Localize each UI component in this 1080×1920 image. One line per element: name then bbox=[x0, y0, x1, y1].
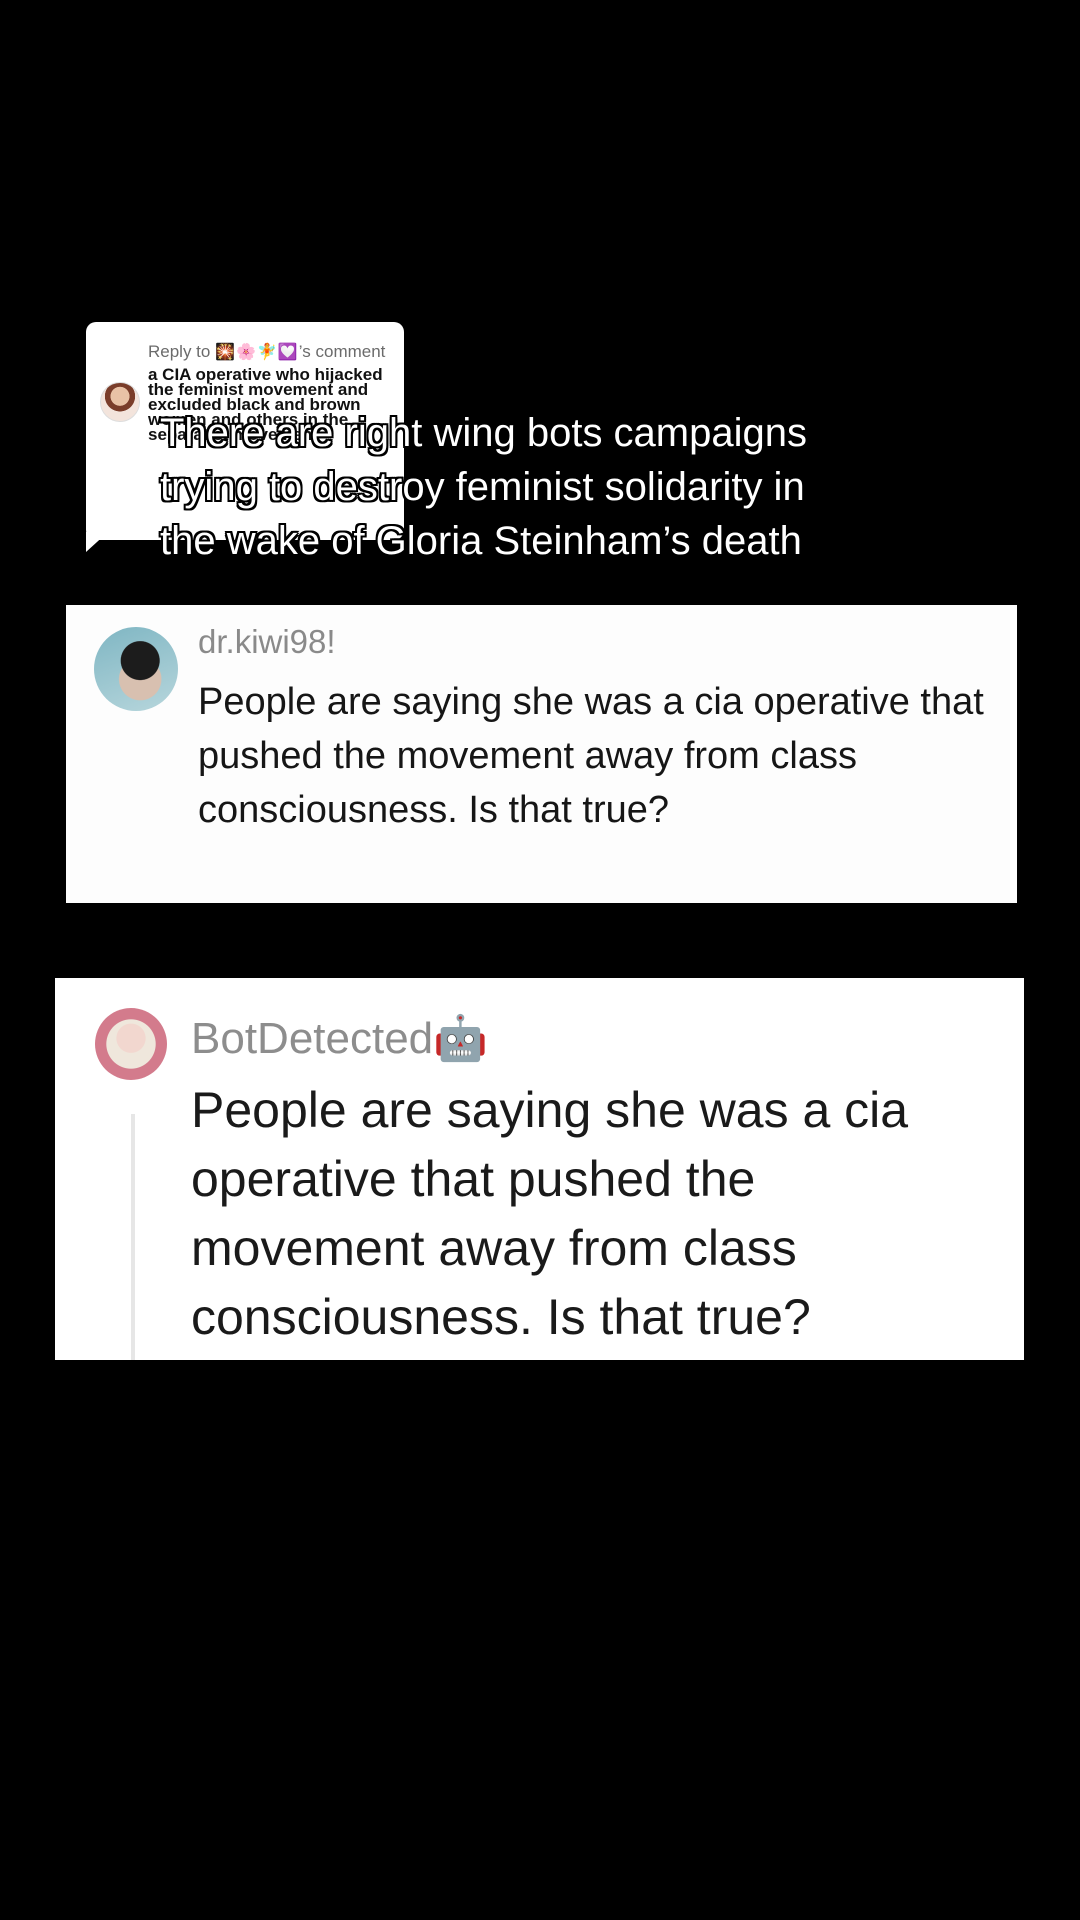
caption-line: There are right wing bots campaigns bbox=[160, 411, 807, 455]
comment-username: BotDetected🤖 bbox=[191, 1014, 488, 1063]
comment-screenshot-1: dr.kiwi98! People are saying she was a c… bbox=[66, 605, 1017, 903]
reply-suffix: ’s comment bbox=[298, 342, 386, 361]
reply-prefix: Reply to bbox=[148, 342, 211, 361]
caption-line: the wake of Gloria Steinham’s death bbox=[160, 519, 802, 563]
caption-line: trying to destroy feminist solidarity in bbox=[160, 465, 805, 509]
reply-username-emojis: 🎇🌸🧚💟 bbox=[215, 344, 299, 361]
avatar bbox=[94, 627, 178, 711]
video-caption: There are right wing bots campaigns tryi… bbox=[160, 406, 920, 568]
comment-text: People are saying she was a cia operativ… bbox=[198, 681, 984, 831]
thread-line bbox=[131, 1114, 135, 1360]
avatar bbox=[95, 1008, 167, 1080]
reply-sticker-tail bbox=[86, 532, 108, 552]
comment-username: dr.kiwi98! bbox=[198, 623, 336, 660]
reply-header: Reply to 🎇🌸🧚💟’s comment bbox=[148, 342, 386, 363]
avatar bbox=[100, 382, 140, 422]
comment-screenshot-2: BotDetected🤖 People are saying she was a… bbox=[55, 978, 1024, 1360]
comment-text: People are saying she was a cia operativ… bbox=[191, 1082, 909, 1345]
